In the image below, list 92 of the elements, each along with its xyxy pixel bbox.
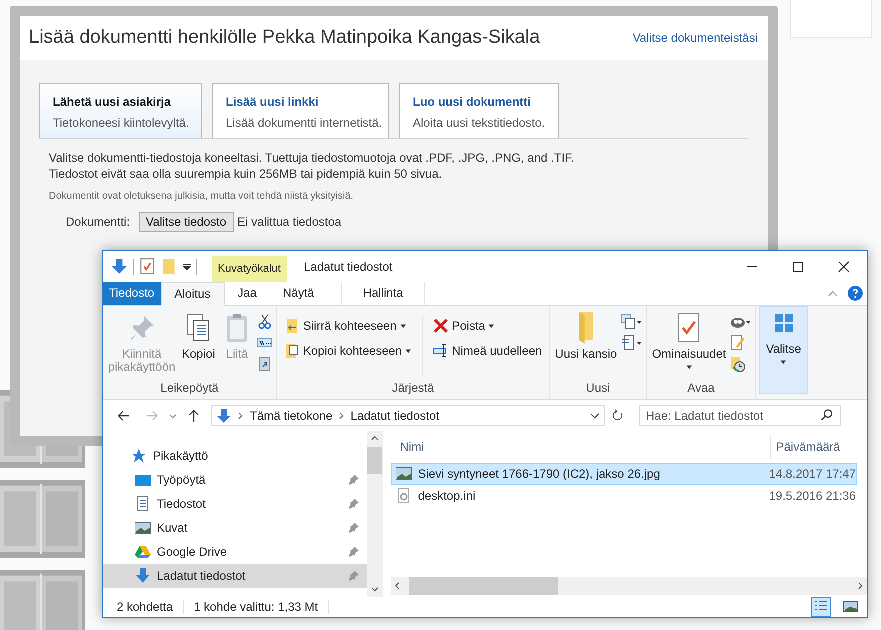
scroll-left-icon[interactable] <box>394 582 402 590</box>
triangle-logo-icon <box>135 544 151 560</box>
caret-icon <box>686 364 693 371</box>
image-file-icon <box>396 466 412 482</box>
address-field[interactable]: Tämä tietokone Ladatut tiedostot <box>211 405 605 426</box>
nav-item[interactable]: Ladatut tiedostot <box>103 564 368 588</box>
scroll-up-icon[interactable] <box>370 435 379 443</box>
scroll-right-icon[interactable] <box>856 582 864 590</box>
scroll-down-icon[interactable] <box>370 585 379 593</box>
file-row[interactable]: Sievi syntyneet 1766-1790 (IC2), jakso 26.jpg 14.8.2017 17:47 <box>391 463 857 485</box>
delete-icon <box>433 318 450 334</box>
move-to-button[interactable]: Siirrä kohteeseen <box>280 318 416 334</box>
star-icon <box>131 448 147 464</box>
group-label: Järjestä <box>391 381 436 397</box>
search-icon <box>821 409 834 422</box>
select-button[interactable]: Valitse <box>759 306 808 394</box>
upload-tab[interactable]: Lisää uusi linkki Lisää dokumentti internetistä. <box>212 83 389 138</box>
ribbon-tab[interactable]: Tiedosto <box>103 282 161 305</box>
column-header[interactable]: Nimi <box>391 440 770 454</box>
status-text: 2 kohdetta <box>117 600 174 614</box>
refresh-icon[interactable] <box>611 408 625 422</box>
choose-file-button[interactable]: Valitse tiedosto <box>139 212 234 232</box>
nav-item[interactable]: Pikakäyttö <box>103 444 368 468</box>
document-icon <box>135 496 151 512</box>
properties-button[interactable]: Ominaisuudet <box>650 310 728 381</box>
recent-dropdown-icon[interactable] <box>169 412 177 420</box>
pin-icon <box>349 571 360 581</box>
delete-button[interactable]: Poista <box>429 318 546 334</box>
properties-icon[interactable] <box>139 258 156 275</box>
chevron-icon <box>338 412 345 420</box>
ribbon-tab[interactable]: Aloitus <box>160 282 225 306</box>
ribbon-button[interactable]: Kopioi <box>180 310 218 381</box>
column-header[interactable]: Päivämäärä <box>770 435 840 459</box>
image-icon <box>135 520 151 536</box>
window-title: Ladatut tiedostot <box>304 260 393 274</box>
nav-item[interactable]: Työpöytä <box>103 468 368 492</box>
caret-icon <box>780 359 788 366</box>
scissors-icon[interactable] <box>257 314 274 330</box>
nav-item[interactable]: Google Drive <box>103 540 368 564</box>
paste-shortcut-icon[interactable] <box>257 356 274 372</box>
file-row[interactable]: desktop.ini 19.5.2016 21:36 <box>391 485 857 507</box>
dialog-title: Lisää dokumentti henkilölle Pekka Matinpoika Kangas-Sikala <box>29 27 540 49</box>
ribbon-tab[interactable]: Hallinta <box>341 282 426 305</box>
file-status: Ei valittua tiedostoa <box>238 215 342 229</box>
pin-icon <box>349 475 360 485</box>
folder-icon <box>579 312 594 344</box>
download-arrow-icon <box>135 568 151 584</box>
breadcrumb[interactable]: Ladatut tiedostot <box>350 408 440 422</box>
history-icon[interactable] <box>730 356 746 372</box>
context-tab-label: Kuvatyökalut <box>212 256 287 282</box>
upload-tab[interactable]: Lähetä uusi asiakirja Tietokoneesi kiintolevyltä. <box>39 83 202 138</box>
group-label: Leikepöytä <box>160 381 220 397</box>
caret-icon <box>405 348 412 354</box>
nav-item[interactable]: Tiedostot <box>103 492 368 516</box>
new-folder-button[interactable]: Uusi kansio <box>553 310 620 381</box>
download-arrow-icon[interactable] <box>111 258 128 275</box>
scroll-thumb[interactable] <box>367 447 382 474</box>
dropdown-icon[interactable] <box>183 262 191 270</box>
privacy-note: Dokumentit ovat oletuksena julkisia, mutta voit tehdä niistä yksityisiä. <box>49 191 355 202</box>
desktop-icon <box>135 472 151 488</box>
rename-button[interactable]: Nimeä uudelleen <box>429 343 546 359</box>
pin-icon <box>349 547 360 557</box>
group-label: Avaa <box>686 381 716 397</box>
edit-icon[interactable] <box>730 335 746 351</box>
settings-file-icon <box>396 488 412 504</box>
collapse-ribbon-icon[interactable] <box>828 290 838 296</box>
details-view-icon[interactable] <box>811 597 831 617</box>
ribbon-tab[interactable]: Jaa <box>224 282 270 305</box>
dropdown-icon <box>590 412 600 420</box>
new-item-icon[interactable] <box>621 314 644 330</box>
pin-icon <box>349 523 360 533</box>
help-icon[interactable] <box>848 286 863 301</box>
download-arrow-icon <box>216 408 232 424</box>
status-text: 1 kohde valittu: 1,33 Mt <box>194 600 318 614</box>
scroll-thumb[interactable] <box>409 577 558 595</box>
pin-icon <box>349 499 360 509</box>
group-label: Uusi <box>585 381 612 397</box>
caret-icon <box>400 322 407 330</box>
caret-icon <box>488 322 496 330</box>
breadcrumb[interactable]: Tämä tietokone <box>250 408 333 422</box>
choose-documents-link[interactable]: Valitse dokumenteistäsi <box>632 31 758 45</box>
easy-access-icon[interactable] <box>621 335 644 351</box>
upload-tab[interactable]: Luo uusi dokumentti Aloita uusi tekstitiedosto. <box>399 83 559 138</box>
document-label: Dokumentti: <box>66 215 130 229</box>
search-field[interactable]: Hae: Ladatut tiedostot <box>639 405 841 426</box>
info-text: Valitse dokumentti-tiedostoja koneeltasi. Tuettuja tiedostomuotoja ovat .PDF, .JPG, .PNG, and .TIF. Tiedostot eivät saa olla suurempia kuin 256MB tai pidempiä kuin 50 sivua. <box>49 150 576 182</box>
rename-icon <box>433 343 450 359</box>
chevron-icon <box>238 412 244 420</box>
copy-to-button[interactable]: Kopioi kohteeseen <box>280 343 416 359</box>
ribbon-tab[interactable]: Näytä <box>270 282 328 305</box>
copy-folder-icon <box>284 343 300 359</box>
nav-item[interactable]: Kuvat <box>103 516 368 540</box>
